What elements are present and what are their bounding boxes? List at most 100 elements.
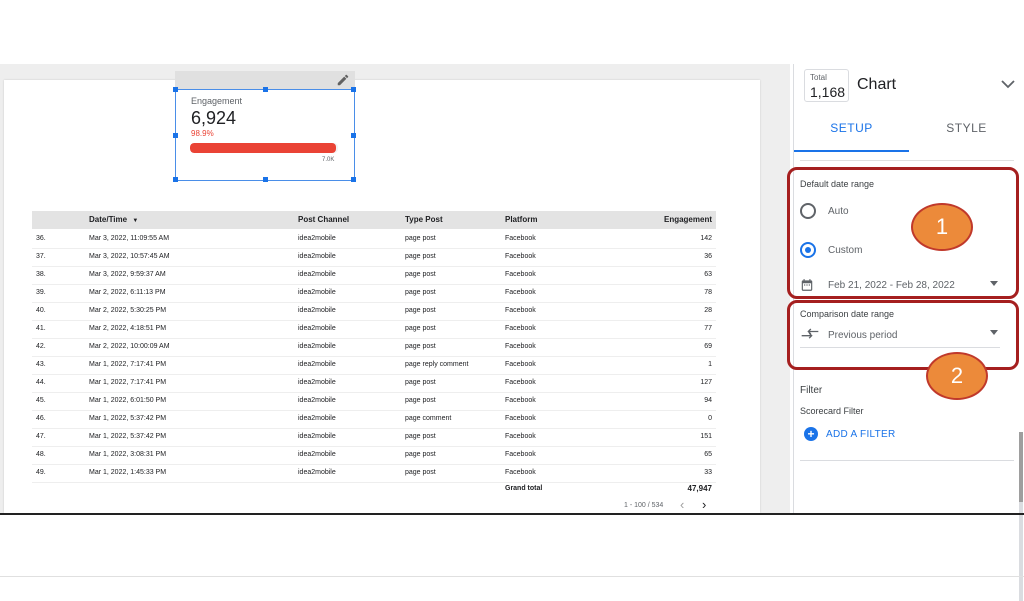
table-cell-platform: Facebook xyxy=(505,325,536,332)
table-cell-idx: 39. xyxy=(36,289,46,296)
table-cell-date: Mar 2, 2022, 4:18:51 PM xyxy=(89,325,167,332)
resize-handle[interactable] xyxy=(173,177,178,182)
table-row[interactable]: 45. Mar 1, 2022, 6:01:50 PM idea2mobile pag… xyxy=(32,392,716,411)
table-cell-date: Mar 1, 2022, 7:17:41 PM xyxy=(89,361,167,368)
table-cell-platform: Facebook xyxy=(505,271,536,278)
pencil-icon[interactable] xyxy=(336,73,350,87)
resize-handle[interactable] xyxy=(351,133,356,138)
table-cell-idx: 41. xyxy=(36,325,46,332)
table-cell-type: page post xyxy=(405,397,436,404)
column-header-engagement[interactable]: Engagement xyxy=(664,215,712,224)
table-row[interactable]: 49. Mar 1, 2022, 1:45:33 PM idea2mobile pag… xyxy=(32,464,716,483)
table-row[interactable]: 47. Mar 1, 2022, 5:37:42 PM idea2mobile pag… xyxy=(32,428,716,447)
sort-desc-icon[interactable]: ▼ xyxy=(132,218,138,224)
table-cell-idx: 38. xyxy=(36,271,46,278)
table-cell-channel: idea2mobile xyxy=(298,451,336,458)
filter-heading: Filter xyxy=(800,385,823,396)
engagement-scorecard[interactable]: Engagement 6,924 98.9% 7.0K xyxy=(173,87,356,182)
table-row[interactable]: 40. Mar 2, 2022, 5:30:25 PM idea2mobile pag… xyxy=(32,302,716,321)
divider xyxy=(0,576,1024,577)
column-header-channel[interactable]: Post Channel xyxy=(298,215,349,224)
table-row[interactable]: 37. Mar 3, 2022, 10:57:45 AM idea2mobile pa… xyxy=(32,248,716,267)
table-cell-platform: Facebook xyxy=(505,379,536,386)
chart-type-thumbnail[interactable]: Total 1,168 xyxy=(804,69,849,102)
table-cell-date: Mar 1, 2022, 5:37:42 PM xyxy=(89,415,167,422)
resize-handle[interactable] xyxy=(173,133,178,138)
table-cell-idx: 47. xyxy=(36,433,46,440)
column-header-platform[interactable]: Platform xyxy=(505,215,537,224)
resize-handle[interactable] xyxy=(351,177,356,182)
grand-total-value: 47,947 xyxy=(687,484,712,493)
table-cell-type: page post xyxy=(405,451,436,458)
table-cell-date: Mar 1, 2022, 5:37:42 PM xyxy=(89,433,167,440)
progress-bar-track xyxy=(190,143,338,153)
grand-total-label: Grand total xyxy=(505,485,543,492)
panel-tabs: SETUP STYLE xyxy=(794,112,1024,153)
table-cell-type: page post xyxy=(405,307,436,314)
tab-setup[interactable]: SETUP xyxy=(794,112,909,152)
table-cell-engagement: 0 xyxy=(708,415,712,422)
scrollbar-thumb[interactable] xyxy=(1019,432,1023,502)
table-cell-type: page reply comment xyxy=(405,361,469,368)
column-header-label: Date/Time xyxy=(89,215,128,224)
table-cell-idx: 36. xyxy=(36,235,46,242)
table-cell-type: page post xyxy=(405,325,436,332)
table-cell-date: Mar 1, 2022, 1:45:33 PM xyxy=(89,469,167,476)
prev-page-button[interactable]: ‹ xyxy=(680,497,684,512)
table-cell-channel: idea2mobile xyxy=(298,235,336,242)
callout-badge-1: 1 xyxy=(911,203,973,251)
table-cell-date: Mar 2, 2022, 6:11:13 PM xyxy=(89,289,166,296)
table-cell-engagement: 63 xyxy=(704,271,712,278)
table-cell-engagement: 1 xyxy=(708,361,712,368)
table-cell-engagement: 77 xyxy=(704,325,712,332)
table-row[interactable]: 41. Mar 2, 2022, 4:18:51 PM idea2mobile pag… xyxy=(32,320,716,339)
table-cell-date: Mar 1, 2022, 7:17:41 PM xyxy=(89,379,167,386)
table-cell-platform: Facebook xyxy=(505,235,536,242)
table-row[interactable]: 42. Mar 2, 2022, 10:00:09 AM idea2mobile pa… xyxy=(32,338,716,357)
table-cell-channel: idea2mobile xyxy=(298,469,336,476)
table-cell-idx: 37. xyxy=(36,253,46,260)
table-cell-engagement: 94 xyxy=(704,397,712,404)
table-row[interactable]: 36. Mar 3, 2022, 11:09:55 AM idea2mobile pa… xyxy=(32,230,716,249)
scorecard-filter-label: Scorecard Filter xyxy=(800,406,864,416)
table-cell-idx: 48. xyxy=(36,451,46,458)
table-cell-channel: idea2mobile xyxy=(298,343,336,350)
resize-handle[interactable] xyxy=(351,87,356,92)
table-cell-date: Mar 3, 2022, 10:57:45 AM xyxy=(89,253,170,260)
table-cell-channel: idea2mobile xyxy=(298,307,336,314)
plus-icon[interactable]: + xyxy=(804,427,818,441)
divider xyxy=(800,160,1014,161)
table-cell-platform: Facebook xyxy=(505,343,536,350)
table-cell-platform: Facebook xyxy=(505,415,536,422)
table-cell-engagement: 142 xyxy=(700,235,712,242)
table-cell-channel: idea2mobile xyxy=(298,433,336,440)
table-row[interactable]: 44. Mar 1, 2022, 7:17:41 PM idea2mobile pag… xyxy=(32,374,716,393)
table-cell-type: page post xyxy=(405,253,436,260)
table-row[interactable]: 38. Mar 3, 2022, 9:59:37 AM idea2mobile pag… xyxy=(32,266,716,285)
table-cell-channel: idea2mobile xyxy=(298,415,336,422)
column-header-date[interactable]: Date/Time ▼ xyxy=(89,215,138,224)
table-cell-date: Mar 2, 2022, 10:00:09 AM xyxy=(89,343,170,350)
tab-style[interactable]: STYLE xyxy=(909,112,1024,152)
next-page-button[interactable]: › xyxy=(702,497,706,512)
table-row[interactable]: 48. Mar 1, 2022, 3:08:31 PM idea2mobile pag… xyxy=(32,446,716,465)
table-cell-idx: 44. xyxy=(36,379,46,386)
column-header-type[interactable]: Type Post xyxy=(405,215,443,224)
table-cell-idx: 49. xyxy=(36,469,46,476)
resize-handle[interactable] xyxy=(263,87,268,92)
table-cell-type: page post xyxy=(405,235,436,242)
table-row[interactable]: 46. Mar 1, 2022, 5:37:42 PM idea2mobile pag… xyxy=(32,410,716,429)
pagination-range: 1 - 100 / 534 xyxy=(624,502,664,509)
table-row[interactable]: 39. Mar 2, 2022, 6:11:13 PM idea2mobile pag… xyxy=(32,284,716,303)
table-cell-idx: 46. xyxy=(36,415,46,422)
chevron-down-icon[interactable] xyxy=(1000,78,1016,90)
table-row[interactable]: 43. Mar 1, 2022, 7:17:41 PM idea2mobile pag… xyxy=(32,356,716,375)
add-filter-button[interactable]: ADD A FILTER xyxy=(826,429,896,440)
table-cell-date: Mar 1, 2022, 3:08:31 PM xyxy=(89,451,167,458)
table-cell-platform: Facebook xyxy=(505,289,536,296)
table-cell-type: page post xyxy=(405,343,436,350)
resize-handle[interactable] xyxy=(173,87,178,92)
progress-target: 7.0K xyxy=(322,157,335,163)
total-value: 1,168 xyxy=(810,84,846,100)
resize-handle[interactable] xyxy=(263,177,268,182)
